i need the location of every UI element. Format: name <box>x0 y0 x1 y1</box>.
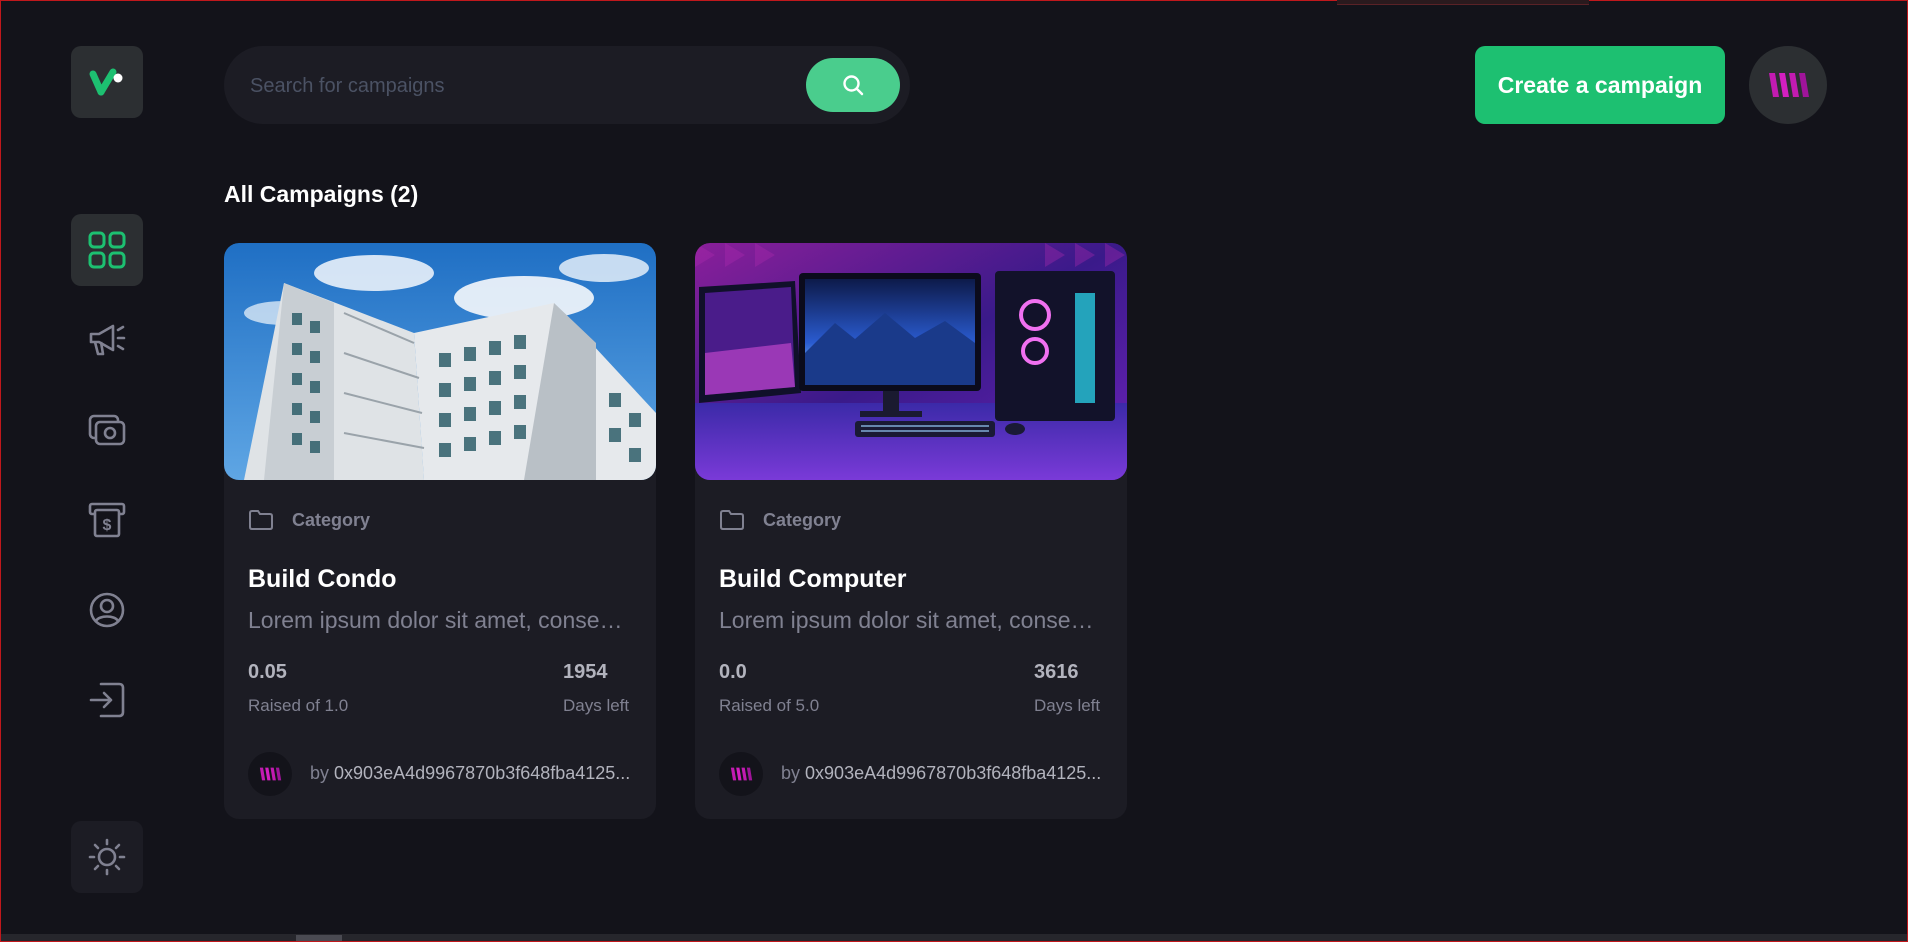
campaign-description: Lorem ipsum dolor sit amet, consectetur … <box>248 607 634 633</box>
owner-address: 0x903eA4d9967870b3f648fba4125... <box>334 763 631 783</box>
sidebar-item-logout[interactable] <box>71 664 143 736</box>
category-label: Category <box>763 509 842 530</box>
scrollbar-thumb[interactable] <box>296 935 342 942</box>
brand-logo-icon <box>730 767 753 781</box>
payment-icon <box>88 414 126 446</box>
user-avatar[interactable] <box>1749 46 1827 124</box>
folder-icon <box>720 510 744 530</box>
folder-icon <box>249 510 273 530</box>
target-label: Raised of 1.0 <box>248 696 349 715</box>
sidebar-item-profile[interactable] <box>71 574 143 646</box>
svg-text:$: $ <box>103 517 112 534</box>
campaign-title: Build Computer <box>719 565 907 593</box>
days-left-value: 1954 <box>563 661 608 683</box>
search-input[interactable] <box>248 67 772 105</box>
sidebar-item-withdraw[interactable]: $ <box>71 484 143 556</box>
owner-line: by 0x903eA4d9967870b3f648fba4125... <box>310 763 635 784</box>
amount-raised: 0.0 <box>719 661 747 683</box>
campaign-image <box>695 243 1127 480</box>
category-row: Category <box>248 505 370 535</box>
brand-logo-icon <box>1769 73 1809 97</box>
owner-address: 0x903eA4d9967870b3f648fba4125... <box>805 763 1102 783</box>
category-label: Category <box>292 509 371 530</box>
days-left-value: 3616 <box>1034 661 1079 683</box>
search-icon <box>843 75 864 96</box>
owner-avatar <box>248 752 292 796</box>
megaphone-icon <box>89 324 126 356</box>
owner-prefix: by <box>781 763 801 783</box>
grid-icon <box>88 231 126 269</box>
brand-logo-icon <box>259 767 282 781</box>
theme-toggle-button[interactable] <box>71 821 143 893</box>
days-left-label: Days left <box>1034 696 1101 715</box>
campaign-description: Lorem ipsum dolor sit amet, consectetur … <box>719 607 1105 633</box>
sidebar-item-campaign[interactable] <box>71 304 143 376</box>
horizontal-scrollbar[interactable] <box>0 934 1908 942</box>
user-icon <box>89 592 125 628</box>
search-bar <box>224 46 910 124</box>
campaign-title: Build Condo <box>248 565 397 593</box>
amount-raised: 0.05 <box>248 661 287 683</box>
owner-avatar <box>719 752 763 796</box>
days-left-label: Days left <box>563 696 630 715</box>
sun-icon <box>88 838 126 876</box>
search-button[interactable] <box>806 58 900 112</box>
campaign-card[interactable]: Category Build Condo Lorem ipsum dolor s… <box>224 243 656 819</box>
logo-icon[interactable] <box>71 46 143 118</box>
withdraw-icon: $ <box>88 502 126 538</box>
campaign-card[interactable]: Category Build Computer Lorem ipsum dolo… <box>695 243 1127 819</box>
sidebar-item-payment[interactable] <box>71 394 143 466</box>
target-label: Raised of 5.0 <box>719 696 820 715</box>
create-campaign-button[interactable]: Create a campaign <box>1475 46 1725 124</box>
page-title: All Campaigns (2) <box>224 181 419 207</box>
campaign-image <box>224 243 656 480</box>
sidebar-item-dashboard[interactable] <box>71 214 143 286</box>
owner-line: by 0x903eA4d9967870b3f648fba4125... <box>781 763 1106 784</box>
owner-prefix: by <box>310 763 330 783</box>
logout-icon <box>89 682 125 718</box>
category-row: Category <box>719 505 841 535</box>
window-top-marker <box>1337 0 1589 5</box>
